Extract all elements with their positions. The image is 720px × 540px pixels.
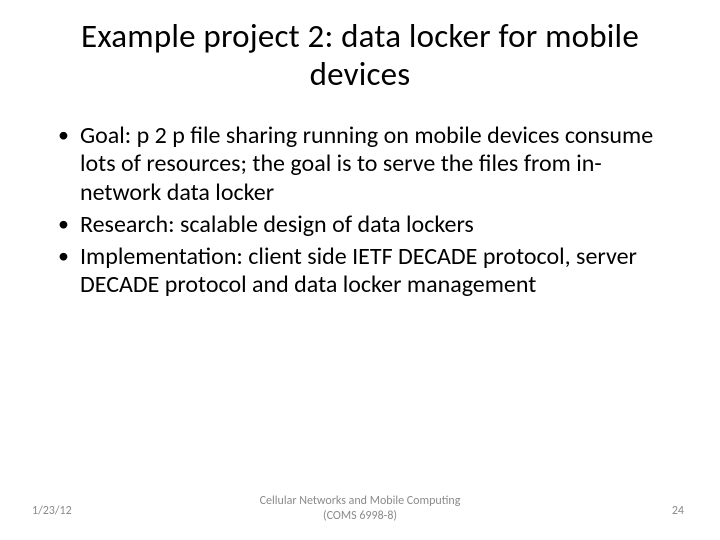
- footer-center-line2: (COMS 6998-8): [323, 509, 397, 523]
- list-item: Goal: p 2 p file sharing running on mobi…: [54, 122, 670, 207]
- slide: Example project 2: data locker for mobil…: [0, 0, 720, 540]
- footer-center: Cellular Networks and Mobile Computing (…: [0, 494, 720, 524]
- footer-center-line1: Cellular Networks and Mobile Computing: [260, 494, 461, 508]
- bullet-list: Goal: p 2 p file sharing running on mobi…: [50, 122, 670, 300]
- list-item: Research: scalable design of data locker…: [54, 211, 670, 239]
- footer-page-number: 24: [672, 504, 684, 518]
- list-item: Implementation: client side IETF DECADE …: [54, 243, 670, 300]
- slide-title: Example project 2: data locker for mobil…: [50, 18, 670, 94]
